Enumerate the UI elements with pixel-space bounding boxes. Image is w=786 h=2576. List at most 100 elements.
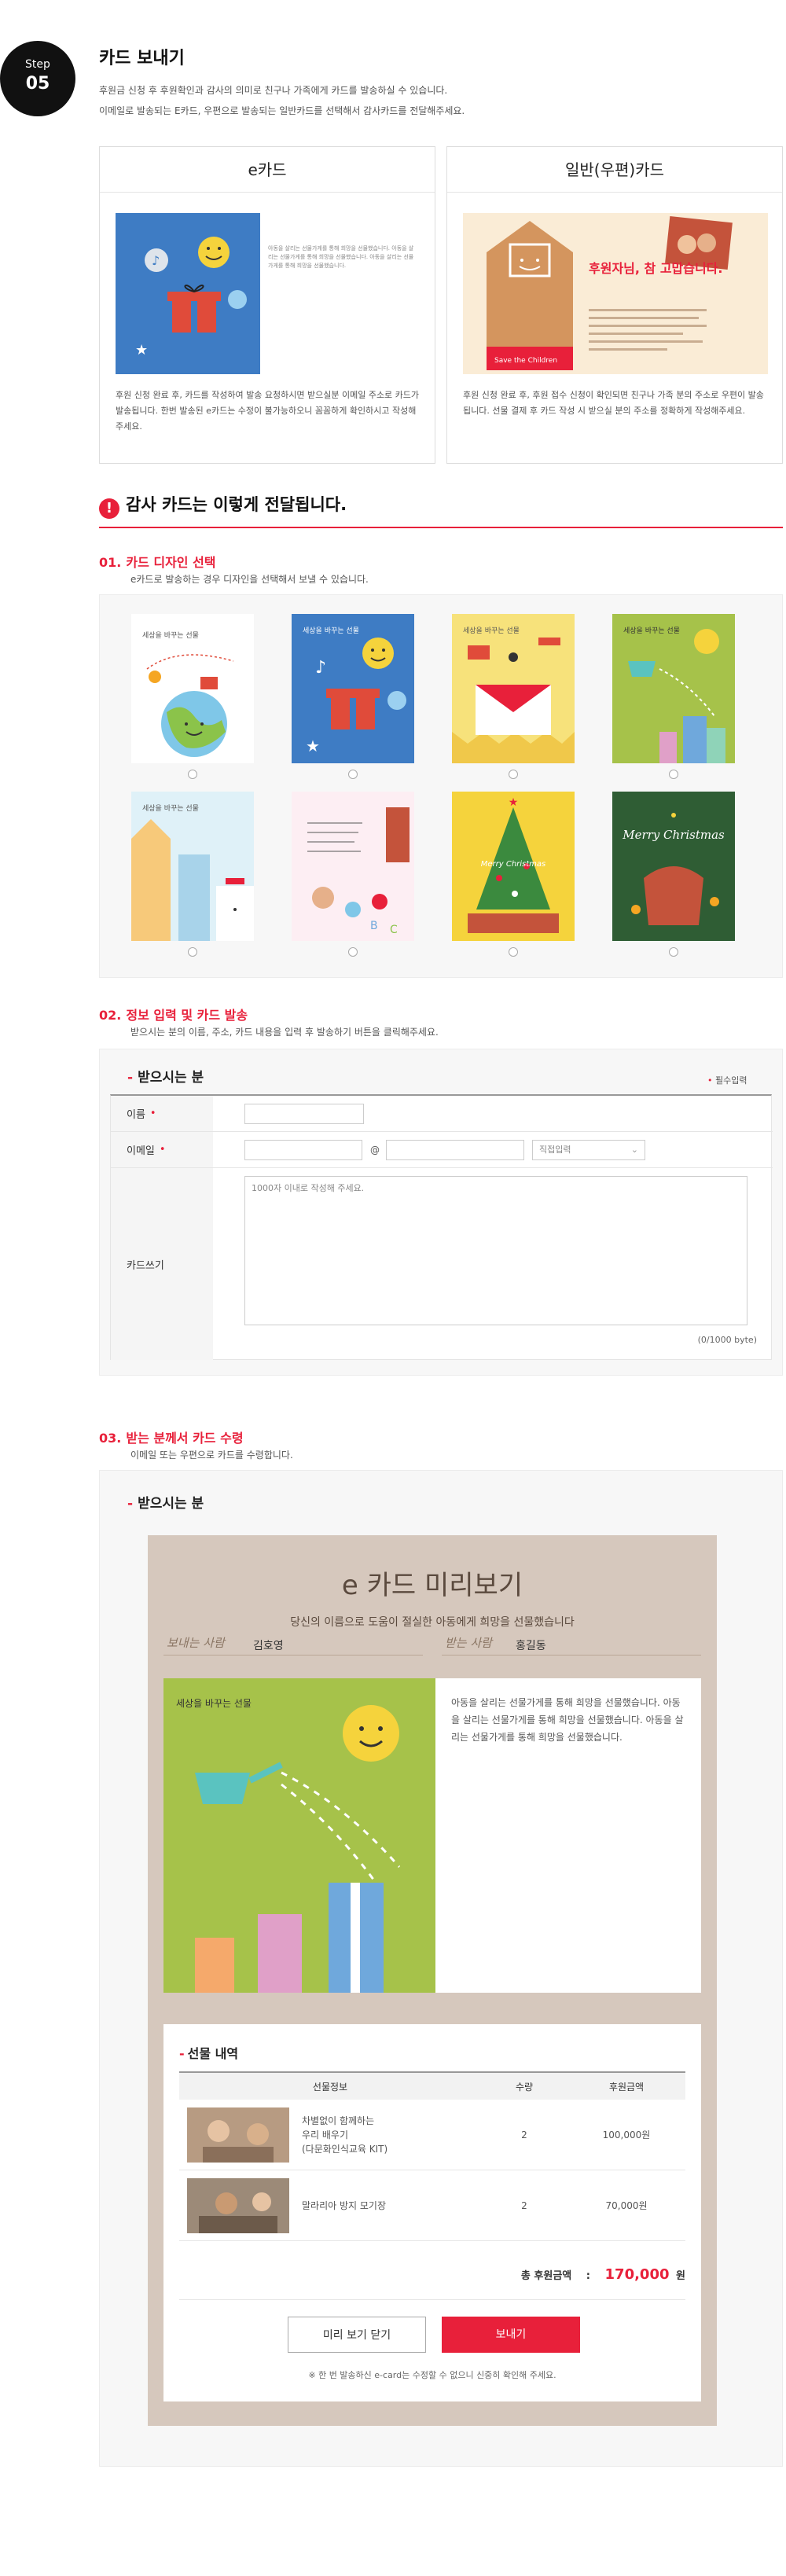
design-radio-2[interactable] [348,770,358,779]
ecard-preview: e 카드 미리보기 당신의 이름으로 도움이 절실한 아동에게 희망을 선물했습… [148,1535,717,2426]
svg-text:B: B [370,920,378,932]
design-option-5[interactable]: 세상을 바꾸는 선물 [131,792,254,957]
gift-table: 선물정보 수량 후원금액 차별없이 함께하는 우리 배우기 (다문화인식교육 K… [179,2071,685,2241]
design-radio-7[interactable] [509,947,518,957]
required-note-text: 필수입력 [715,1075,747,1086]
recipient-form: 이름 • 이메일 • @ 직접입력 ⌄ 카드쓰기 1000자 이내로 작성해 주세요… [110,1094,773,1360]
design-5-logo: 세상을 바꾸는 선물 [142,804,199,813]
byte-counter: (0/1000 byte) [697,1335,757,1345]
required-note: • 필수입력 [707,1075,747,1086]
gift-history-box: - 선물 내역 선물정보 수량 후원금액 차별없이 함께하는 우리 배우기 (다문… [163,2024,701,2401]
table-row: 말라리아 방지 모기장 2 70,000원 [179,2170,685,2241]
step-number: 05 [25,74,50,94]
design-thumb-envelope: 세상을 바꾸는 선물 [452,614,575,763]
sender-name: 김호영 [253,1640,284,1652]
step2-desc: 받으시는 분의 이름, 주소, 카드 내용을 입력 후 발송하기 버튼을 클릭해… [130,1027,439,1038]
preview-card-image: 세상을 바꾸는 선물 [163,1678,435,1993]
ecard-type-box: e카드 ♪ ★ 아동을 살리는 선물가게를 통해 희망을 선물했습니다. 아동을… [99,146,435,464]
email-at-sign: @ [370,1145,380,1156]
design-radio-4[interactable] [669,770,678,779]
design-selection-panel: 세상을 바꾸는 선물 ♪ ★ 세상을 바꾸는 선물 세상을 바꾸는 선물 세상을… [99,594,783,978]
step1-number: 01. [99,555,122,570]
chevron-down-icon: ⌄ [630,1145,638,1155]
step2-title: 02. 정보 입력 및 카드 발송 [99,1005,248,1023]
email-domain-select-value: 직접입력 [539,1145,571,1155]
recipient-form-title-text: 받으시는 분 [138,1070,204,1086]
svg-text:♪: ♪ [152,253,160,268]
ecard-sample-image: ♪ ★ 아동을 살리는 선물가게를 통해 희망을 선물했습니다. 아동을 살리는… [116,213,421,374]
receiver-label: 받는 사람 [445,1636,492,1650]
name-input[interactable] [244,1104,364,1124]
step2-number: 02. [99,1008,122,1023]
card-write-label: 카드쓰기 [111,1168,213,1360]
postcard-type-desc: 후원 신청 완료 후, 후원 접수 신청이 확인되면 친구나 가족 분의 주소로… [463,390,764,416]
send-button[interactable]: 보내기 [442,2317,580,2353]
design-option-7[interactable]: ★ Merry Christmas [452,792,575,957]
notice-text: 감사 카드는 이렇게 전달됩니다. [126,495,347,514]
design-option-4[interactable]: 세상을 바꾸는 선물 [612,614,735,779]
design-thumb-earth: 세상을 바꾸는 선물 [131,614,254,763]
gift-item-1-qty: 2 [521,2129,527,2141]
header-amount: 후원금액 [608,2081,645,2093]
notice-divider [99,527,783,528]
ecard-type-desc: 후원 신청 완료 후, 카드를 작성하여 발송 요청하시면 받으실분 이메일 주… [116,390,420,432]
svg-text:★: ★ [306,737,320,755]
gift-divider [179,2299,685,2300]
design-option-3[interactable]: 세상을 바꾸는 선물 [452,614,575,779]
email-row: 이메일 • @ 직접입력 ⌄ [111,1132,773,1168]
email-domain-select[interactable]: 직접입력 ⌄ [532,1140,645,1160]
gift-title: - 선물 내역 [179,2046,239,2061]
gift-item-2-qty: 2 [521,2199,527,2211]
section-description: 후원금 신청 후 후원확인과 감사의 의미로 친구나 가족에게 카드를 발송하실… [99,80,775,121]
design-option-1[interactable]: 세상을 바꾸는 선물 [131,614,254,779]
design-thumb-houses: 세상을 바꾸는 선물 [131,792,254,941]
design-2-logo: 세상을 바꾸는 선물 [303,627,359,635]
section-desc-line2: 이메일로 발송되는 E카드, 우편으로 발송되는 일반카드를 선택해서 감사카드… [99,105,465,116]
alert-icon: ! [99,498,119,519]
design-8-greeting: Merry Christmas [622,828,725,842]
design-option-6[interactable]: B C [292,792,414,957]
step3-title: 03. 받는 분께서 카드 수령 [99,1428,244,1446]
step-badge: Step 05 [0,41,75,116]
ecard-type-title: e카드 [100,147,435,193]
email-domain-input[interactable] [386,1140,524,1160]
design-thumb-merry-christmas: Merry Christmas [612,792,735,941]
design-option-8[interactable]: Merry Christmas [612,792,735,957]
design-radio-6[interactable] [348,947,358,957]
design-radio-8[interactable] [669,947,678,957]
header-qty: 수량 [515,2081,534,2093]
svg-text:★: ★ [509,796,519,809]
design-radio-1[interactable] [188,770,197,779]
email-label: 이메일 • [111,1132,213,1167]
step1-title: 01. 카드 디자인 선택 [99,552,216,571]
design-option-2[interactable]: ♪ ★ 세상을 바꾸는 선물 [292,614,414,779]
gift-item-1-amount: 100,000원 [602,2130,651,2141]
preview-title: e 카드 미리보기 [341,1570,523,1601]
recipient-form-title: - 받으시는 분 [127,1070,204,1086]
preview-subtitle: 당신의 이름으로 도움이 절실한 아동에게 희망을 선물했습니다 [290,1616,575,1629]
gift-item-1-photo [187,2107,289,2163]
gift-item-2-name: 말라리아 방지 모기장 [302,2199,386,2211]
email-id-input[interactable] [244,1140,362,1160]
section-desc-line1: 후원금 신청 후 후원확인과 감사의 의미로 친구나 가족에게 카드를 발송하실… [99,85,448,96]
send-footnote: ※ 한 번 발송하신 e-card는 수정할 수 없으니 신중히 확인해 주세요… [308,2370,556,2380]
gift-table-header: 선물정보 수량 후원금액 [179,2071,685,2100]
design-thumb-xmas-tree: ★ Merry Christmas [452,792,575,941]
close-preview-button[interactable]: 미리 보기 닫기 [288,2317,426,2353]
step1-title-text: 카드 디자인 선택 [126,555,216,570]
step3-desc: 이메일 또는 우편으로 카드를 수령합니다. [130,1450,293,1461]
design-thumb-watering: 세상을 바꾸는 선물 [612,614,735,763]
design-1-logo: 세상을 바꾸는 선물 [142,631,199,640]
header-gift-info: 선물정보 [312,2081,348,2093]
step-label: Step [25,58,50,71]
receive-title-text: 받으시는 분 [138,1496,204,1512]
design-radio-3[interactable] [509,770,518,779]
table-row: 차별없이 함께하는 우리 배우기 (다문화인식교육 KIT) 2 100,000… [179,2100,685,2170]
design-thumb-gift-blue: ♪ ★ 세상을 바꾸는 선물 [292,614,414,763]
total-label: 총 후원금액 [520,2270,572,2282]
design-radio-5[interactable] [188,947,197,957]
postcard-sample-heading: 후원자님, 참 고맙습니다. [589,261,723,276]
design-thumb-drawing: B C [292,792,414,941]
card-message-textarea[interactable]: 1000자 이내로 작성해 주세요. [244,1176,747,1325]
design-4-logo: 세상을 바꾸는 선물 [623,627,680,635]
